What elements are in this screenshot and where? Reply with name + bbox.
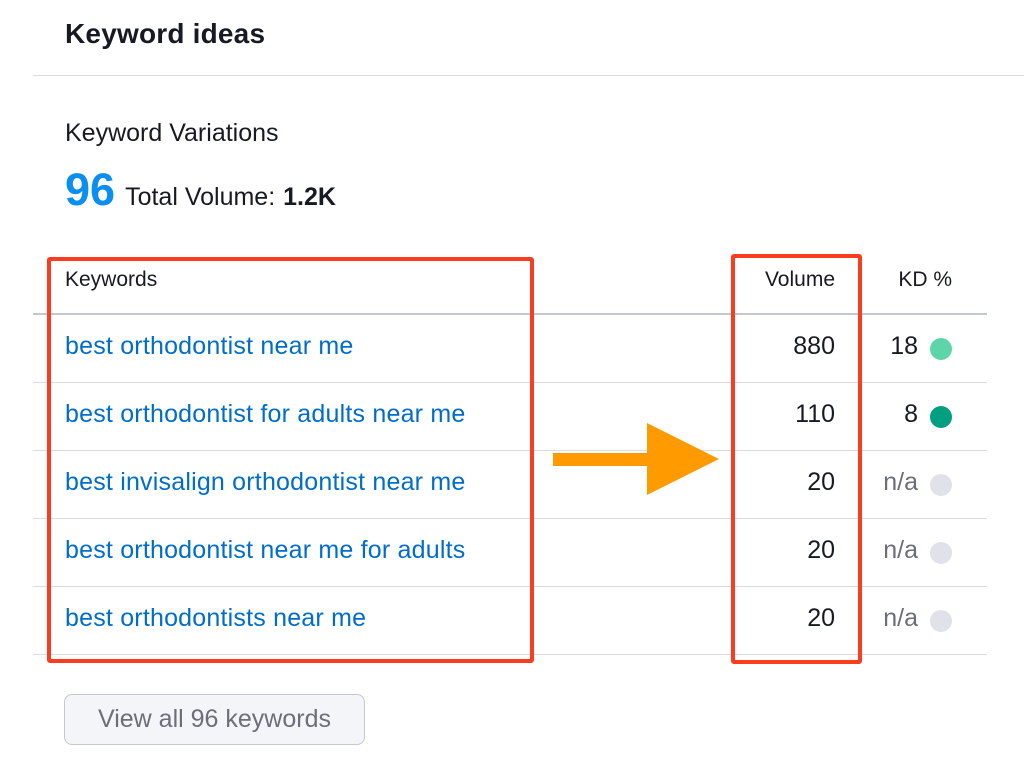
kd-value: n/a [883,604,918,632]
kd-indicator-dot [930,610,952,632]
total-volume-label: Total Volume: [125,183,276,211]
kd-indicator-dot [930,474,952,496]
header-divider [33,75,1024,76]
kd-indicator-dot [930,406,952,428]
keywords-highlight-box [47,257,534,663]
kd-indicator-dot [930,542,952,564]
kd-value: 8 [904,400,918,428]
kd-value: n/a [883,468,918,496]
kd-indicator-dot [930,338,952,360]
volume-highlight-box [731,254,862,664]
total-volume-value: 1.2K [283,183,336,211]
column-header-kd[interactable]: KD % [872,268,952,292]
kd-value: n/a [883,536,918,564]
keyword-summary: 96 Total Volume: 1.2K [65,164,336,216]
keyword-count[interactable]: 96 [65,164,115,216]
kd-value: 18 [890,332,918,360]
widget-title: Keyword ideas [65,18,266,49]
section-title: Keyword Variations [65,119,279,147]
keyword-ideas-widget: Keyword ideas Keyword Variations 96 Tota… [0,0,1024,773]
arrow-right-icon [553,423,719,495]
view-all-keywords-button[interactable]: View all 96 keywords [64,694,365,745]
